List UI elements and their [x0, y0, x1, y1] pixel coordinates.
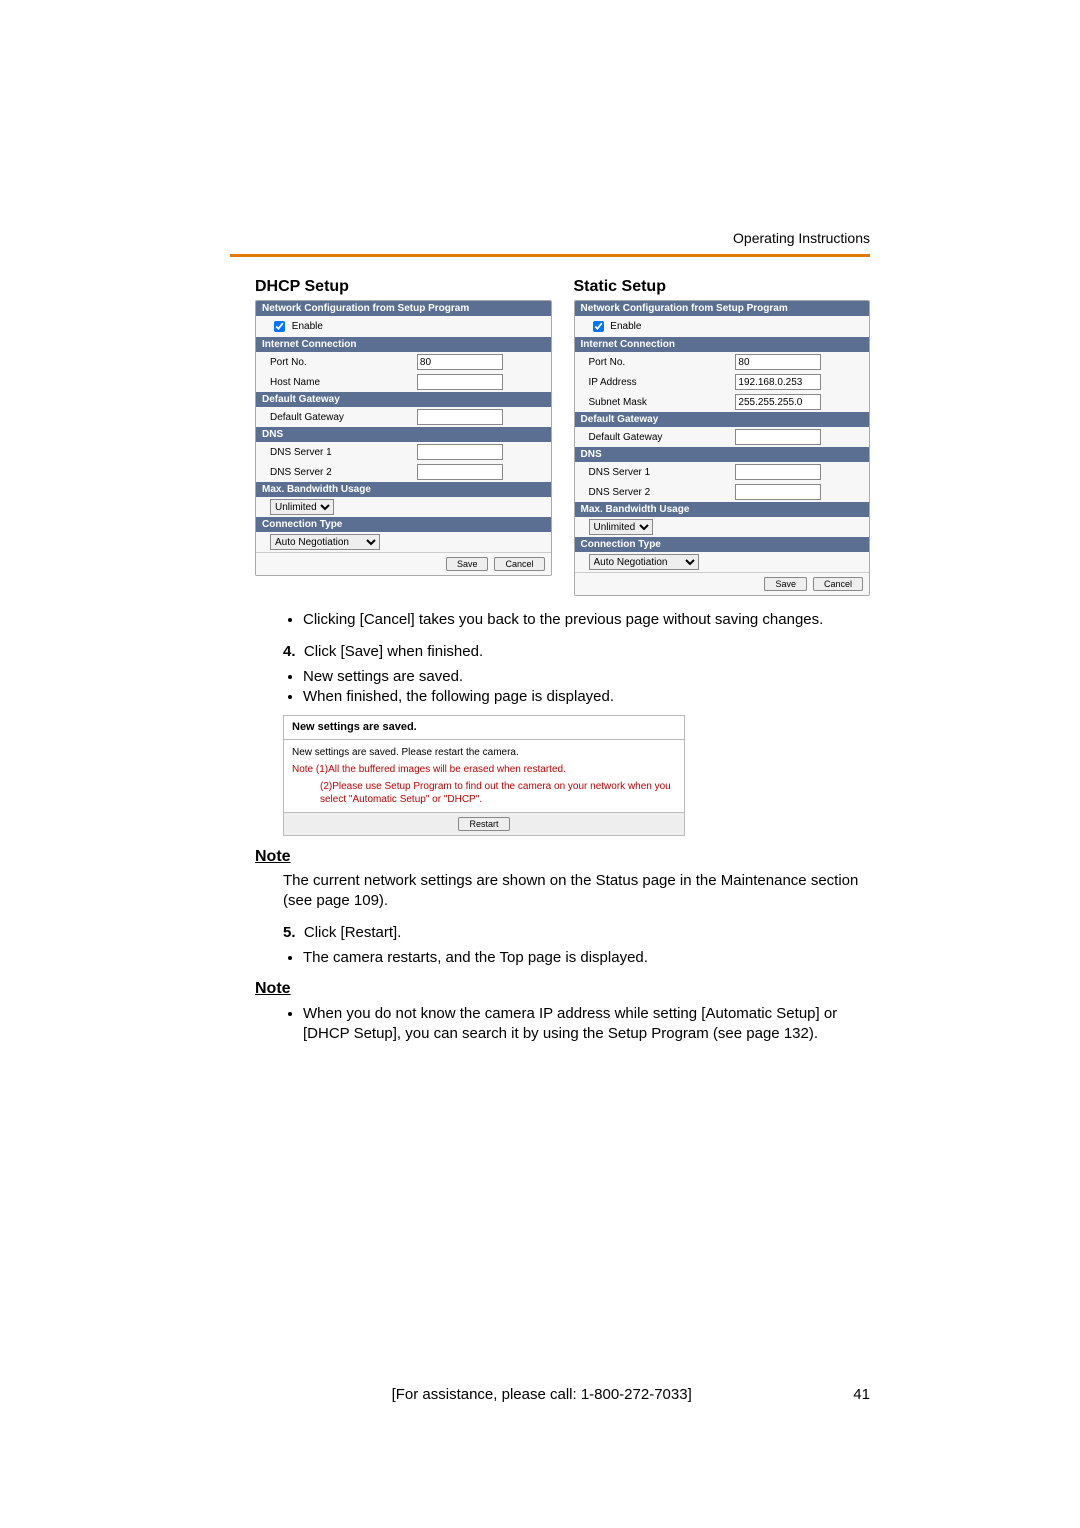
dhcp-bw-header: Max. Bandwidth Usage [256, 482, 551, 497]
dhcp-dns2-input[interactable] [417, 464, 503, 480]
static-enable-row: Enable [581, 318, 736, 335]
static-dns-header: DNS [575, 447, 870, 462]
static-mask-label: Subnet Mask [581, 397, 736, 408]
step-4: 4. Click [Save] when finished. [255, 642, 870, 662]
dhcp-save-button[interactable]: Save [446, 557, 489, 571]
static-enable-checkbox[interactable] [593, 321, 604, 332]
step5-bullet1: The camera restarts, and the Top page is… [303, 948, 870, 968]
note2-text: When you do not know the camera IP addre… [303, 1004, 870, 1045]
note2-heading: Note [255, 978, 870, 1000]
static-mask-input[interactable] [735, 394, 821, 410]
static-cancel-button[interactable]: Cancel [813, 577, 863, 591]
saved-settings-note2: (2)Please use Setup Program to find out … [292, 780, 676, 806]
static-dns2-input[interactable] [735, 484, 821, 500]
dhcp-host-input[interactable] [417, 374, 503, 390]
static-setup-title: Static Setup [574, 278, 871, 296]
static-gateway-label: Default Gateway [581, 432, 736, 443]
dhcp-dns2-label: DNS Server 2 [262, 467, 417, 478]
static-bw-header: Max. Bandwidth Usage [575, 502, 870, 517]
dhcp-internet-header: Internet Connection [256, 337, 551, 352]
static-dns1-input[interactable] [735, 464, 821, 480]
note1-text: The current network settings are shown o… [283, 871, 870, 912]
dhcp-dns1-input[interactable] [417, 444, 503, 460]
dhcp-dns-header: DNS [256, 427, 551, 442]
dhcp-conn-select[interactable]: Auto Negotiation [270, 534, 380, 550]
static-save-button[interactable]: Save [764, 577, 807, 591]
dhcp-setup-title: DHCP Setup [255, 278, 552, 296]
dhcp-gateway-label: Default Gateway [262, 412, 417, 423]
dhcp-panel: Network Configuration from Setup Program… [255, 300, 552, 576]
static-gateway-input[interactable] [735, 429, 821, 445]
static-panel: Network Configuration from Setup Program… [574, 300, 871, 596]
note1-heading: Note [255, 846, 870, 868]
static-conn-header: Connection Type [575, 537, 870, 552]
static-bw-select[interactable]: Unlimited [589, 519, 653, 535]
dhcp-port-label: Port No. [262, 357, 417, 368]
dhcp-bw-select[interactable]: Unlimited [270, 499, 334, 515]
dhcp-dns1-label: DNS Server 1 [262, 447, 417, 458]
static-dns2-label: DNS Server 2 [581, 487, 736, 498]
static-enable-label: Enable [610, 321, 641, 332]
saved-settings-note1: Note (1)All the buffered images will be … [292, 763, 676, 776]
saved-settings-line: New settings are saved. Please restart t… [292, 746, 676, 760]
dhcp-port-input[interactable] [417, 354, 503, 370]
static-ip-label: IP Address [581, 377, 736, 388]
static-internet-header: Internet Connection [575, 337, 870, 352]
header-divider [230, 254, 870, 257]
dhcp-enable-row: Enable [262, 318, 417, 335]
static-netcfg-header: Network Configuration from Setup Program [575, 301, 870, 316]
footer-page-number: 41 [853, 1386, 870, 1403]
static-port-input[interactable] [735, 354, 821, 370]
dhcp-host-label: Host Name [262, 377, 417, 388]
saved-settings-panel: New settings are saved. New settings are… [283, 715, 685, 836]
dhcp-netcfg-header: Network Configuration from Setup Program [256, 301, 551, 316]
header-operating-instructions: Operating Instructions [733, 230, 870, 246]
static-dns1-label: DNS Server 1 [581, 467, 736, 478]
dhcp-enable-checkbox[interactable] [274, 321, 285, 332]
static-gateway-header: Default Gateway [575, 412, 870, 427]
dhcp-gateway-input[interactable] [417, 409, 503, 425]
restart-button[interactable]: Restart [458, 817, 509, 831]
step-5: 5. Click [Restart]. [255, 923, 870, 943]
saved-settings-header: New settings are saved. [284, 716, 684, 740]
dhcp-cancel-button[interactable]: Cancel [494, 557, 544, 571]
static-port-label: Port No. [581, 357, 736, 368]
static-ip-input[interactable] [735, 374, 821, 390]
step4-bullet2: When finished, the following page is dis… [303, 687, 870, 707]
static-conn-select[interactable]: Auto Negotiation [589, 554, 699, 570]
dhcp-enable-label: Enable [292, 321, 323, 332]
dhcp-conn-header: Connection Type [256, 517, 551, 532]
bullet-cancel: Clicking [Cancel] takes you back to the … [303, 610, 870, 630]
footer-assistance: [For assistance, please call: 1-800-272-… [392, 1386, 692, 1403]
step4-bullet1: New settings are saved. [303, 667, 870, 687]
dhcp-gateway-header: Default Gateway [256, 392, 551, 407]
